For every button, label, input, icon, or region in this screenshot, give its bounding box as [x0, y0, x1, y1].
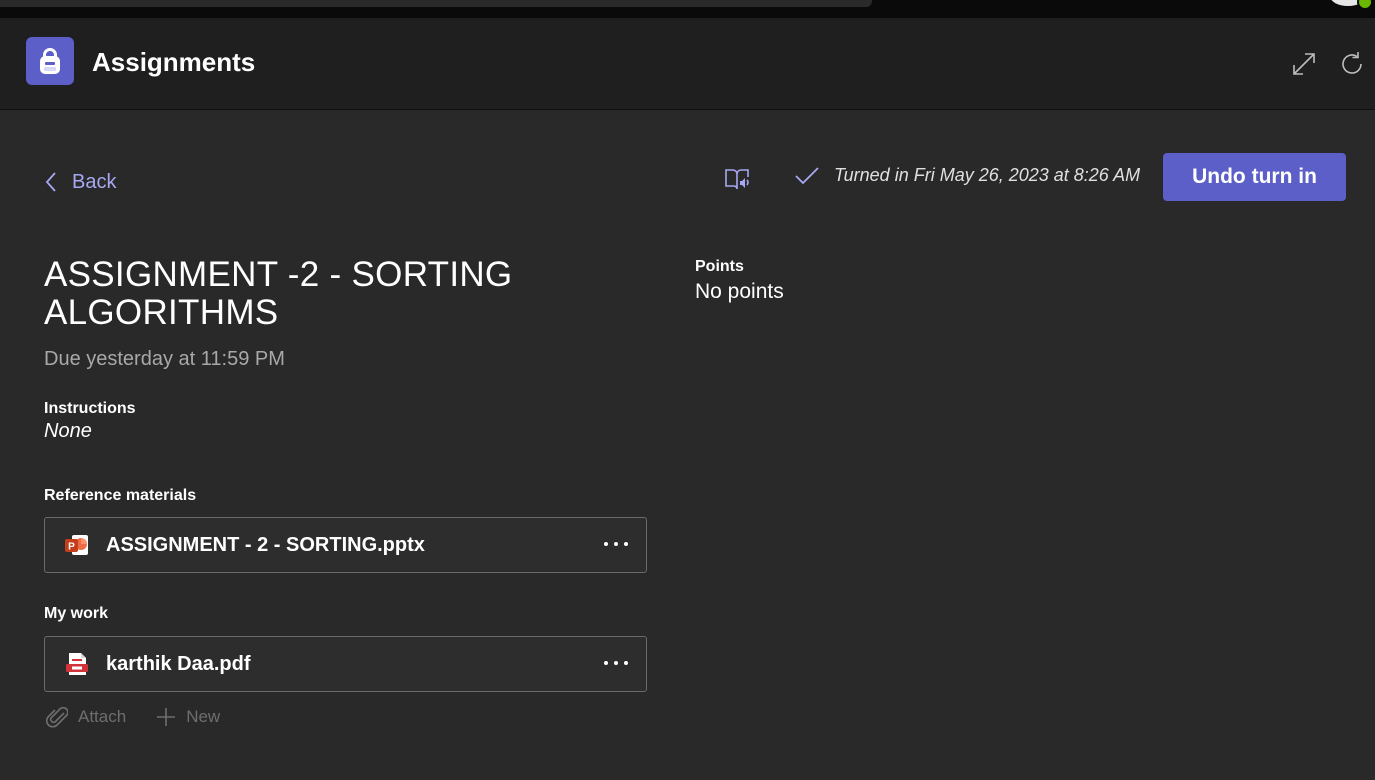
app-title: Assignments [92, 47, 256, 77]
attach-label: Attach [78, 707, 127, 726]
more-options-icon[interactable] [602, 649, 630, 677]
presence-indicator [1357, 0, 1373, 10]
reference-materials-label: Reference materials [44, 487, 197, 504]
svg-text:P: P [68, 542, 75, 553]
due-date: Due yesterday at 11:59 PM [44, 348, 285, 370]
window-top-strip [0, 0, 1375, 18]
turned-in-text: Turned in Fri May 26, 2023 at 8:26 AM [834, 165, 1141, 185]
instructions-value: None [44, 420, 92, 442]
back-label: Back [72, 170, 117, 193]
undo-turn-in-button[interactable]: Undo turn in [1163, 153, 1346, 201]
back-button[interactable]: Back [44, 168, 116, 196]
reference-file-card[interactable]: P ASSIGNMENT - 2 - SORTING.pptx [44, 517, 647, 573]
my-work-label: My work [44, 605, 109, 622]
assignment-title: ASSIGNMENT -2 - SORTING ALGORITHMS [44, 255, 513, 332]
assignments-app-icon [26, 37, 74, 85]
points-value: No points [695, 280, 784, 303]
expand-icon[interactable] [1290, 50, 1318, 78]
powerpoint-icon: P [64, 532, 90, 558]
chevron-left-icon [45, 172, 56, 192]
more-options-icon[interactable] [602, 530, 630, 558]
top-tab-shadow [0, 0, 872, 7]
points-label: Points [695, 258, 744, 275]
new-button[interactable]: New [156, 707, 220, 727]
my-work-file-card[interactable]: karthik Daa.pdf [44, 636, 647, 692]
attach-button[interactable]: Attach [44, 706, 126, 728]
plus-icon [157, 708, 176, 726]
immersive-reader-icon[interactable] [724, 165, 752, 193]
paperclip-icon [46, 706, 68, 728]
file-name: karthik Daa.pdf [106, 653, 251, 675]
turned-in-status: Turned in Fri May 26, 2023 at 8:26 AM [794, 165, 1140, 186]
pdf-icon [64, 651, 90, 677]
attachment-actions: Attach New [44, 706, 220, 728]
assignment-details: Back Turned in Fri May 26, 2023 at 8:26 … [0, 110, 1375, 780]
app-header: Assignments [0, 18, 1375, 110]
file-name: ASSIGNMENT - 2 - SORTING.pptx [106, 534, 425, 556]
new-label: New [186, 707, 221, 726]
checkmark-icon [795, 166, 819, 184]
instructions-label: Instructions [44, 400, 136, 417]
refresh-icon[interactable] [1338, 50, 1366, 78]
